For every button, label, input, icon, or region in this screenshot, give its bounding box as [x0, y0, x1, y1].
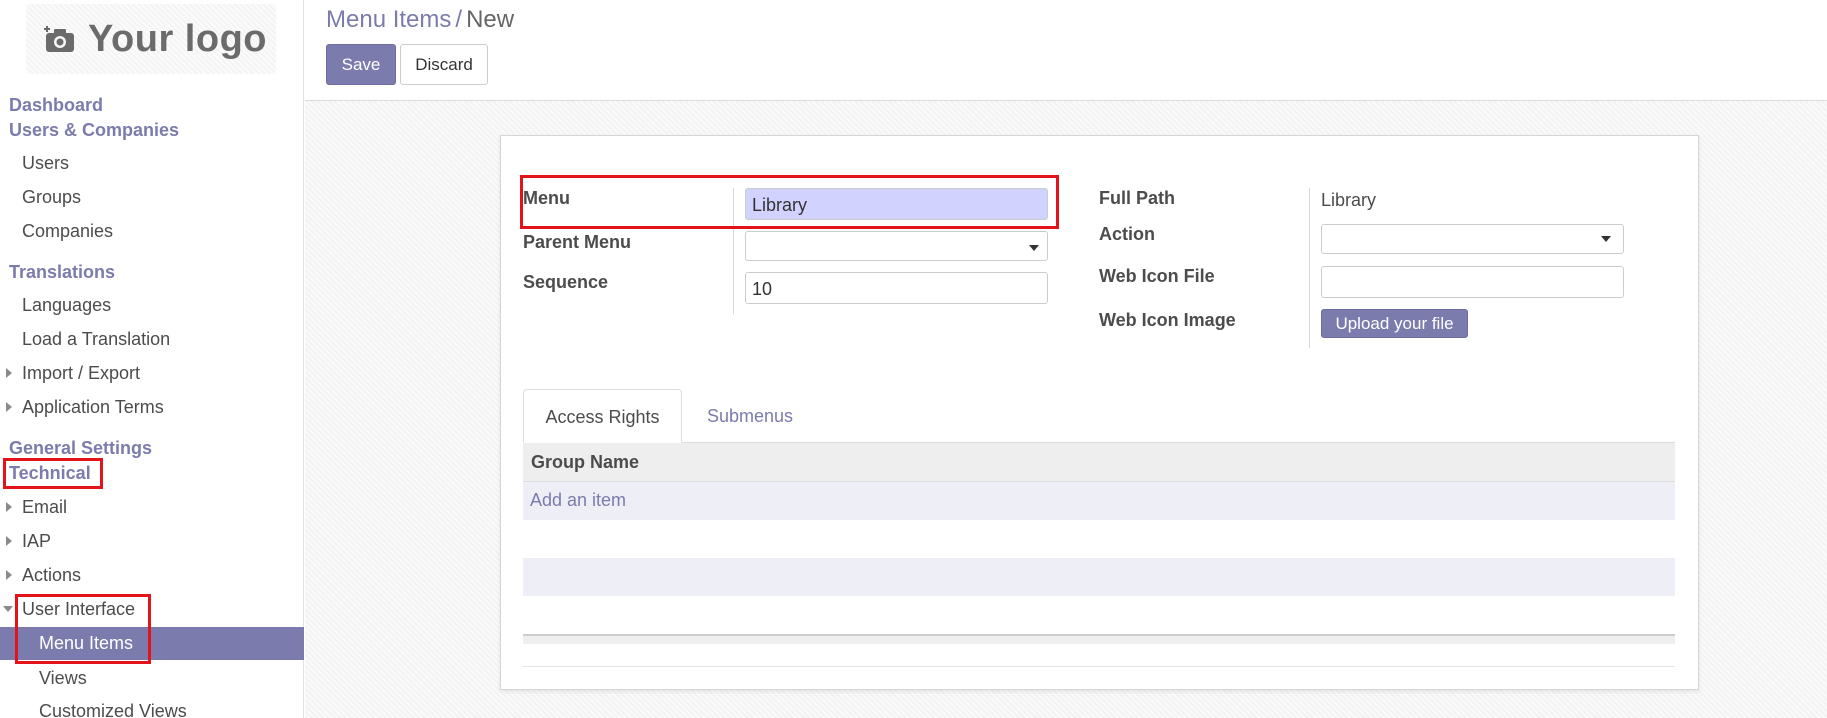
breadcrumb-link-menu-items[interactable]: Menu Items [326, 6, 451, 33]
breadcrumb-current: New [466, 6, 515, 33]
add-item-link[interactable]: Add an item [530, 490, 626, 511]
web-icon-image-label: Web Icon Image [1099, 310, 1236, 330]
sidebar-item-actions[interactable]: Actions [22, 565, 81, 586]
table-row [523, 558, 1675, 596]
full-path-value: Library [1321, 190, 1377, 210]
caret-right-icon[interactable] [6, 570, 12, 580]
action-label: Action [1099, 224, 1155, 244]
table-end-divider [523, 666, 1675, 667]
sidebar-item-user-interface[interactable]: User Interface [22, 599, 135, 620]
sequence-label: Sequence [523, 272, 609, 292]
sidebar-item-application-terms[interactable]: Application Terms [22, 397, 164, 418]
sidebar-item-label: Menu Items [39, 633, 134, 653]
sidebar-item-views[interactable]: Views [39, 668, 87, 689]
logo-text: Your logo [88, 18, 267, 60]
sidebar-item-import-export[interactable]: Import / Export [22, 363, 140, 384]
sidebar-item-dashboard[interactable]: Dashboard [9, 95, 103, 116]
camera-icon [44, 26, 74, 52]
sidebar-item-companies[interactable]: Companies [22, 221, 113, 242]
table-header: Group Name [523, 443, 1675, 482]
sidebar-item-load-translation[interactable]: Load a Translation [22, 329, 170, 350]
menu-input[interactable]: Library [745, 188, 1048, 220]
breadcrumb-separator: / [455, 6, 463, 33]
tab-access-rights[interactable]: Access Rights [523, 389, 682, 443]
sidebar-item-iap[interactable]: IAP [22, 531, 51, 552]
sidebar-item-email[interactable]: Email [22, 497, 67, 518]
sequence-input[interactable]: 10 [745, 272, 1048, 304]
field-divider [733, 188, 734, 314]
sidebar-item-languages[interactable]: Languages [22, 295, 111, 316]
sidebar-item-customized-views[interactable]: Customized Views [39, 701, 187, 718]
parent-menu-select[interactable] [745, 231, 1048, 261]
caret-right-icon[interactable] [6, 368, 12, 378]
tab-submenus[interactable]: Submenus [690, 389, 810, 443]
chevron-down-icon [1601, 236, 1611, 242]
sidebar-item-translations[interactable]: Translations [9, 262, 115, 283]
caret-down-icon[interactable] [3, 606, 13, 612]
field-divider [1309, 188, 1310, 348]
table-footer [523, 634, 1675, 644]
upload-file-button[interactable]: Upload your file [1321, 309, 1468, 338]
column-header-group-name[interactable]: Group Name [531, 452, 639, 473]
sidebar-item-technical[interactable]: Technical [9, 463, 91, 484]
caret-right-icon[interactable] [6, 536, 12, 546]
sidebar-item-groups[interactable]: Groups [22, 187, 81, 208]
table-row: Add an item [523, 482, 1675, 520]
save-button[interactable]: Save [326, 44, 396, 85]
parent-menu-label: Parent Menu [523, 232, 632, 252]
table-row [523, 596, 1675, 634]
caret-right-icon[interactable] [6, 502, 12, 512]
sidebar-item-users[interactable]: Users [22, 153, 69, 174]
sidebar-item-general-settings[interactable]: General Settings [9, 438, 152, 459]
caret-right-icon[interactable] [6, 402, 12, 412]
action-select[interactable] [1321, 224, 1624, 254]
web-icon-file-input[interactable] [1321, 266, 1624, 298]
sidebar-item-menu-items[interactable]: Menu Items [0, 627, 304, 660]
table-row [523, 520, 1675, 558]
chevron-down-icon [1029, 245, 1039, 251]
company-logo[interactable]: Your logo [26, 4, 276, 74]
sidebar-item-users-companies[interactable]: Users & Companies [9, 120, 179, 141]
menu-label: Menu [523, 188, 570, 208]
discard-button[interactable]: Discard [400, 44, 488, 85]
breadcrumb: Menu Items / New [326, 6, 514, 34]
full-path-label: Full Path [1099, 188, 1175, 208]
web-icon-file-label: Web Icon File [1099, 266, 1215, 286]
sidebar: Your logo Dashboard Users & Companies Us… [0, 0, 304, 718]
